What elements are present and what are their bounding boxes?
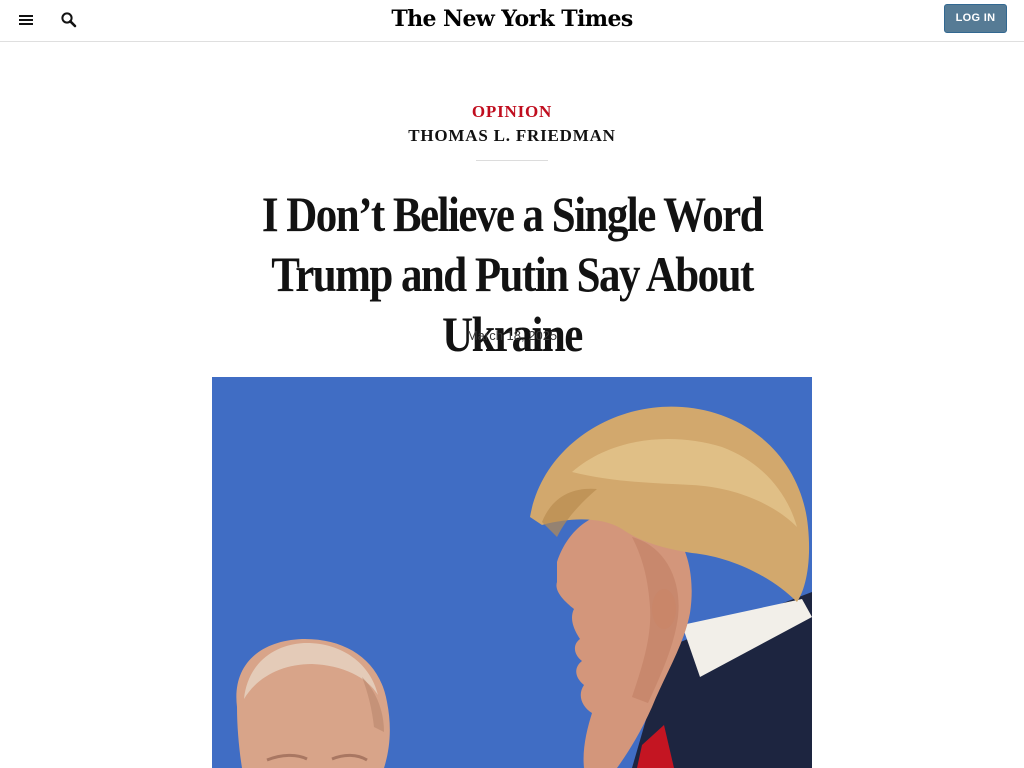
lead-photo [212,377,812,768]
divider [476,160,548,161]
author-byline[interactable]: THOMAS L. FRIEDMAN [0,126,1024,146]
publish-date: March 18, 2025 [466,328,558,343]
log-in-button[interactable]: LOG IN [944,4,1007,33]
nyt-logo[interactable]: The New York Times [0,6,1024,32]
section-label[interactable]: OPINION [0,102,1024,122]
top-bar: The New York Times LOG IN [0,0,1024,42]
